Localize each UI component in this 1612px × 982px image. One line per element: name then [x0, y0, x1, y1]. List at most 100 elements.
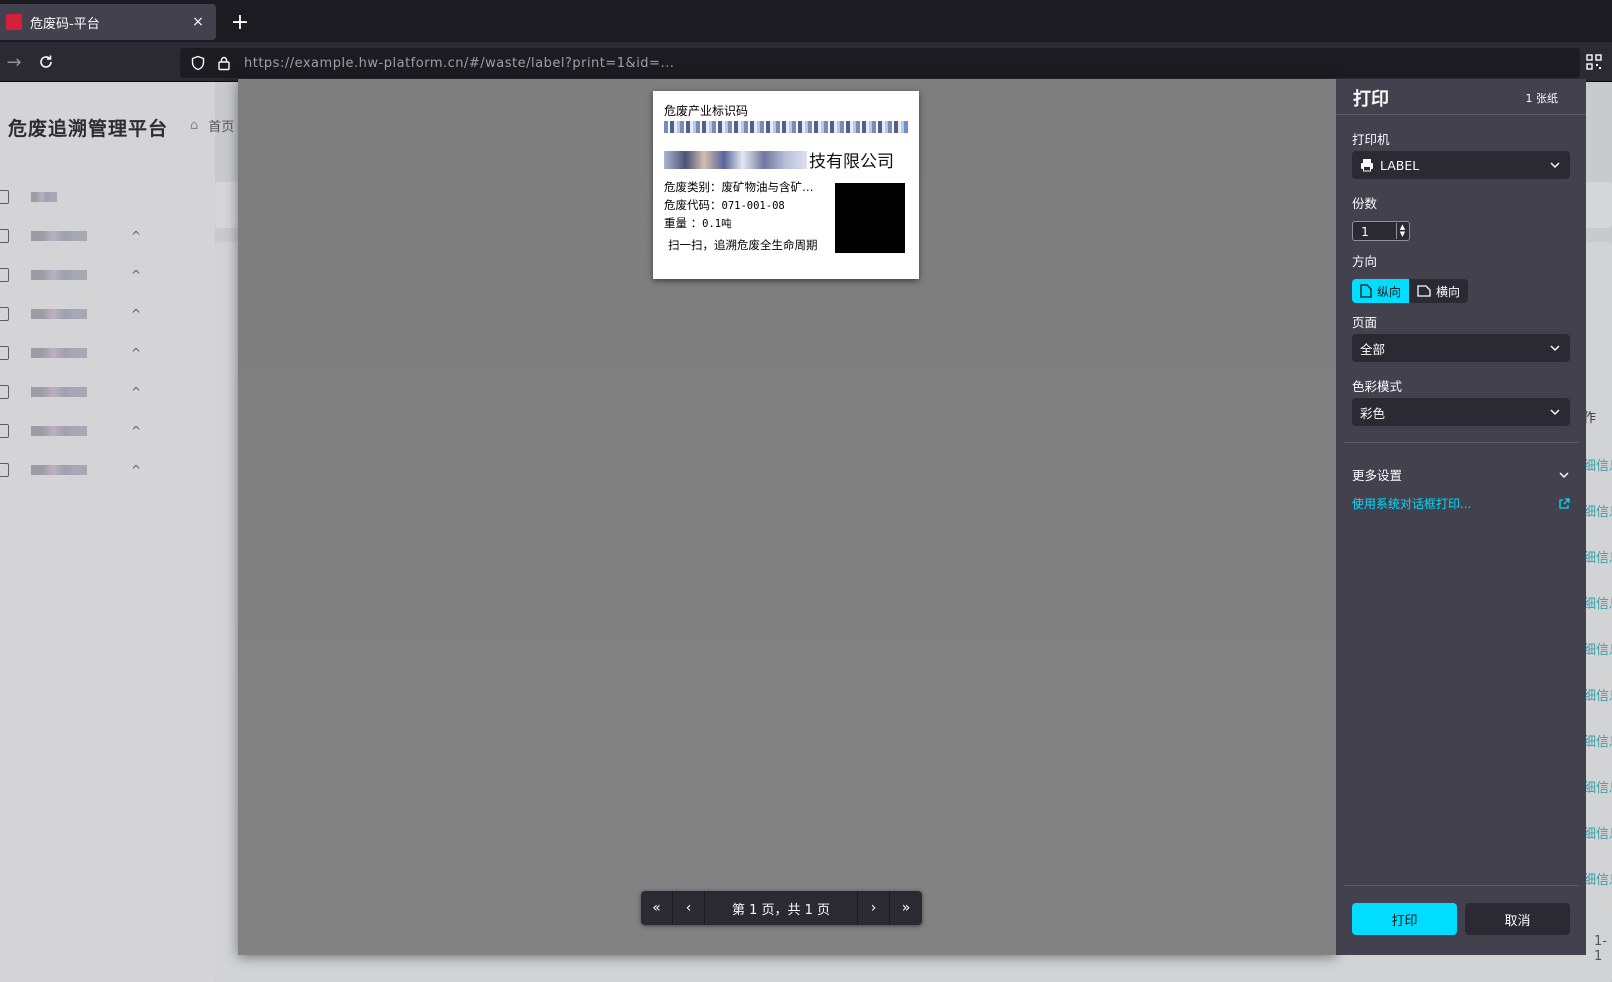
chevron-up-icon: ^ [131, 268, 142, 282]
spin-down-icon[interactable]: ▼ [1400, 231, 1405, 238]
code-key: 危废代码： [664, 198, 722, 212]
row-detail-link[interactable]: 细信息 [1583, 455, 1612, 474]
breadcrumb: ⌂ 首页 [190, 116, 234, 135]
print-panel-title: 打印 [1353, 89, 1389, 110]
row-detail-link[interactable]: 细信息 [1583, 731, 1612, 750]
orientation-portrait-button[interactable]: 纵向 [1352, 279, 1410, 303]
forward-button[interactable]: → [0, 48, 28, 76]
landscape-page-icon [1417, 285, 1431, 297]
last-page-button[interactable]: » [890, 891, 922, 925]
orientation-landscape-button[interactable]: 横向 [1409, 279, 1469, 303]
menu-item-icon [0, 463, 9, 477]
sidebar-item[interactable]: ^ [0, 416, 160, 446]
app-logo: 危废追溯管理平台 [8, 118, 169, 140]
row-detail-link[interactable]: 细信息 [1583, 547, 1612, 566]
panel-divider [1344, 442, 1578, 443]
menu-item-icon [0, 229, 9, 243]
first-page-button[interactable]: « [641, 891, 673, 925]
browser-nav-bar: → https://example.hw-platform.cn/#/waste… [0, 42, 1612, 82]
reload-icon [40, 55, 52, 68]
home-icon[interactable]: ⌂ [190, 118, 198, 133]
cancel-button[interactable]: 取消 [1465, 903, 1570, 935]
row-detail-link[interactable]: 细信息 [1583, 869, 1612, 888]
row-detail-link[interactable]: 细信息 [1583, 777, 1612, 796]
printer-select[interactable]: LABEL [1352, 151, 1570, 179]
sidebar-item-label [31, 309, 87, 319]
portrait-page-icon [1360, 284, 1372, 298]
copies-stepper[interactable]: 1 ▲ ▼ [1352, 221, 1410, 241]
sidebar-item[interactable] [0, 182, 160, 212]
copies-value: 1 [1361, 223, 1369, 239]
browser-tab-bar: 危废码-平台 × + [0, 0, 1612, 42]
print-button[interactable]: 打印 [1352, 903, 1457, 935]
qr-code-button[interactable] [1582, 50, 1606, 74]
pages-label: 页面 [1352, 315, 1378, 330]
chevron-down-icon [1550, 162, 1560, 169]
print-settings-panel: 打印 1 张纸 打印机 LABEL 份数 1 ▲ ▼ 方向 纵向 横向 页面 全部… [1336, 79, 1586, 955]
system-dialog-link[interactable]: 使用系统对话框打印... [1352, 495, 1570, 512]
close-tab-icon[interactable]: × [186, 10, 210, 34]
new-tab-button[interactable]: + [226, 8, 254, 36]
breadcrumb-home[interactable]: 首页 [208, 116, 234, 135]
label-weight-row: 重量 ：0.1吨 [664, 215, 732, 231]
menu-item-icon [0, 190, 9, 204]
external-link-icon [1559, 497, 1570, 509]
tracking-shield-icon[interactable] [186, 51, 210, 75]
system-dialog-label: 使用系统对话框打印... [1352, 497, 1472, 511]
chevron-up-icon: ^ [131, 229, 142, 243]
row-detail-link[interactable]: 细信息 [1583, 823, 1612, 842]
browser-tab[interactable]: 危废码-平台 × [0, 4, 216, 40]
tab-title: 危废码-平台 [30, 16, 100, 32]
site-favicon-icon [6, 14, 22, 30]
more-settings-label: 更多设置 [1352, 468, 1403, 483]
reload-button[interactable] [32, 48, 60, 76]
menu-item-icon [0, 385, 9, 399]
row-detail-link[interactable]: 细信息 [1583, 593, 1612, 612]
color-mode-value: 彩色 [1360, 405, 1386, 421]
sidebar-item[interactable]: ^ [0, 221, 160, 251]
qr-code-image [835, 183, 905, 253]
table-pagination-total: 1-1 [1594, 934, 1607, 964]
chevron-down-icon [1550, 409, 1560, 416]
next-page-button[interactable]: › [858, 891, 890, 925]
label-code-row: 危废代码：071-001-08 [664, 197, 785, 213]
sidebar-item[interactable]: ^ [0, 299, 160, 329]
sidebar-item-label [31, 348, 87, 358]
code-value: 071-001-08 [721, 200, 785, 212]
sidebar-item[interactable]: ^ [0, 455, 160, 485]
category-value: 废矿物油与含矿… [721, 180, 814, 194]
row-detail-link[interactable]: 细信息 [1583, 501, 1612, 520]
previous-page-button[interactable]: ‹ [673, 891, 705, 925]
sidebar-item-label [31, 465, 87, 475]
landscape-label: 横向 [1436, 284, 1461, 299]
lock-icon[interactable] [212, 51, 236, 75]
row-detail-link[interactable]: 细信息 [1583, 639, 1612, 658]
label-title: 危废产业标识码 [664, 104, 749, 118]
pages-select[interactable]: 全部 [1352, 334, 1570, 362]
preview-pagination: « ‹ 第 1 页，共 1 页 › » [641, 891, 922, 925]
sidebar-item-label [31, 387, 87, 397]
row-detail-link[interactable]: 细信息 [1583, 685, 1612, 704]
arrow-right-icon: → [6, 51, 22, 73]
copies-spinner[interactable]: ▲ ▼ [1396, 223, 1408, 239]
weight-key: 重量 ： [664, 216, 703, 230]
sidebar-item[interactable]: ^ [0, 377, 160, 407]
chevron-up-icon: ^ [131, 385, 142, 399]
sidebar-item-label [31, 426, 87, 436]
url-bar[interactable]: https://example.hw-platform.cn/#/waste/l… [180, 48, 1580, 78]
printer-label: 打印机 [1352, 132, 1390, 147]
label-slogan: 扫一扫，追溯危废全生命周期 [668, 238, 818, 252]
pages-value: 全部 [1360, 341, 1386, 357]
label-page-preview: 危废产业标识码 技有限公司 危废类别：废矿物油与含矿… 危废代码：071-001… [653, 91, 919, 279]
label-category-row: 危废类别：废矿物油与含矿… [664, 179, 814, 195]
more-settings-toggle[interactable]: 更多设置 [1352, 465, 1570, 484]
sidebar-item[interactable]: ^ [0, 338, 160, 368]
menu-item-icon [0, 307, 9, 321]
qr-code-icon [1586, 54, 1602, 70]
color-mode-select[interactable]: 彩色 [1352, 398, 1570, 426]
chevron-up-icon: ^ [131, 307, 142, 321]
sidebar-item-label [31, 231, 87, 241]
menu-item-icon [0, 346, 9, 360]
sidebar-item[interactable]: ^ [0, 260, 160, 290]
print-preview-area: 危废产业标识码 技有限公司 危废类别：废矿物油与含矿… 危废代码：071-001… [238, 79, 1336, 955]
